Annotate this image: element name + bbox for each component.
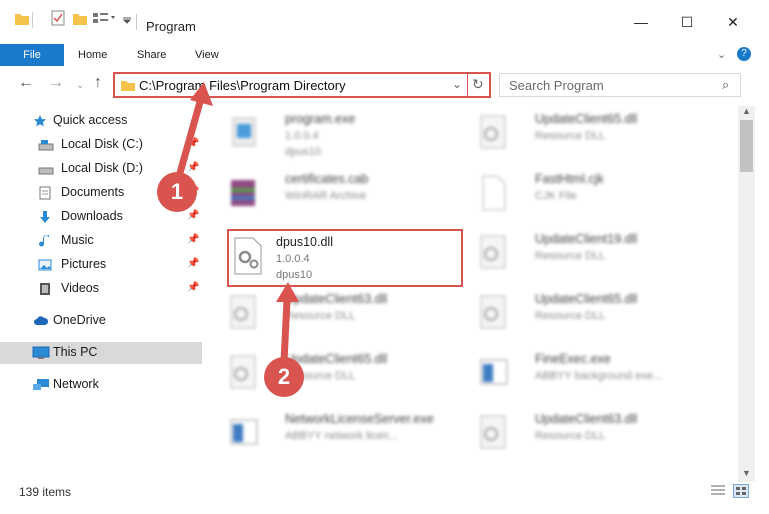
scroll-up-icon[interactable]: ▲ (742, 106, 751, 116)
scroll-down-icon[interactable]: ▼ (742, 468, 751, 478)
scrollbar-thumb[interactable] (740, 120, 753, 172)
arrow-step-2 (280, 296, 291, 366)
arrow-head-1 (190, 82, 213, 106)
step-badge-1: 1 (157, 172, 197, 212)
details-view-icon[interactable] (710, 484, 726, 501)
annotation-arrows (174, 82, 299, 366)
step-badge-2: 2 (264, 357, 304, 397)
vertical-scrollbar[interactable]: ▲ ▼ (738, 106, 755, 482)
arrow-head-2 (276, 282, 299, 302)
large-icons-view-icon[interactable] (733, 484, 749, 498)
arrow-step-1 (174, 98, 204, 184)
status-bar: 139 items (0, 482, 769, 502)
item-count: 139 items (19, 485, 72, 499)
